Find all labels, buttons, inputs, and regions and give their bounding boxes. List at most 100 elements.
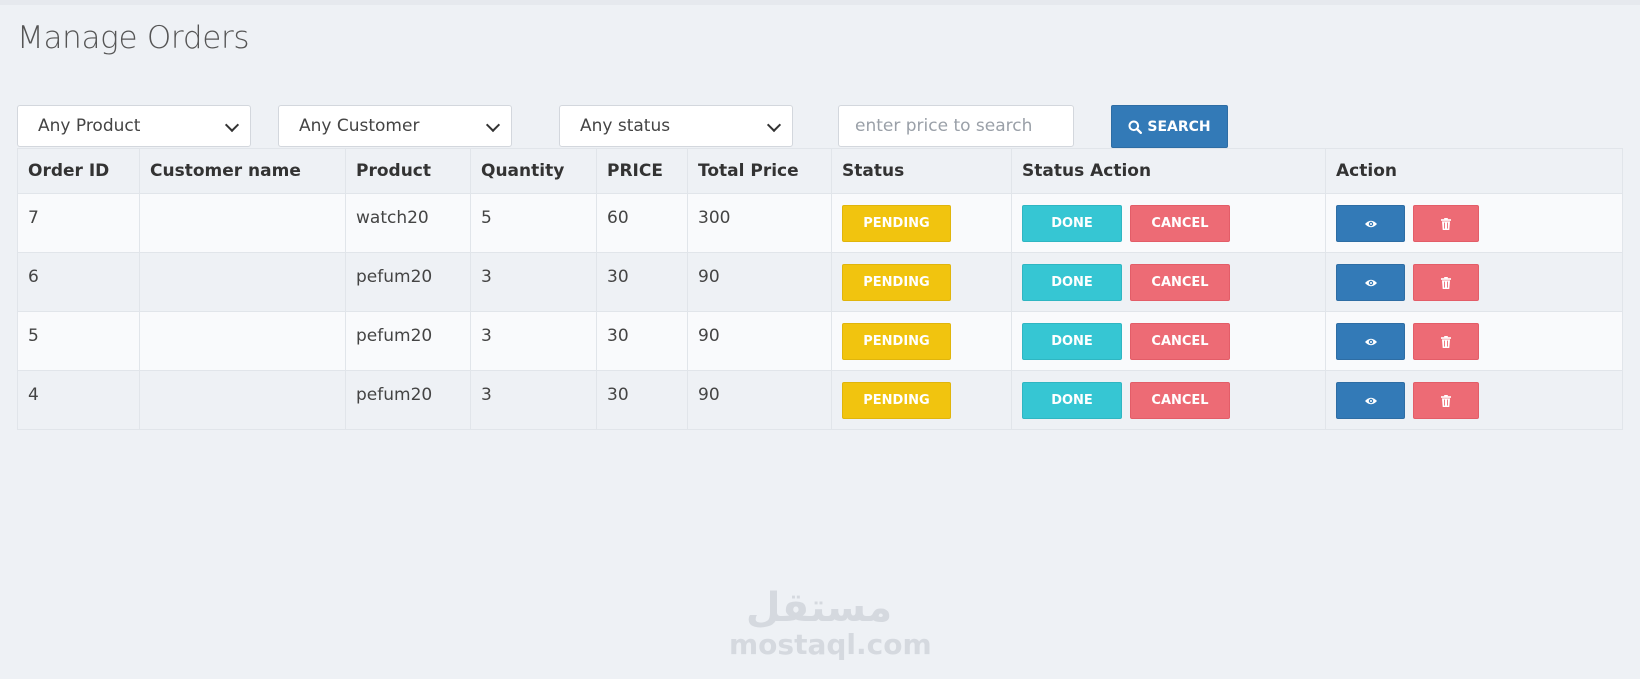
column-header-order-id: Order ID [17,148,140,194]
status-cell: PENDING [831,370,1012,430]
customer-select-value: Any Customer [299,116,420,136]
eye-icon [1364,220,1377,227]
customer-name-cell [139,311,346,371]
action-cell [1325,193,1623,253]
product-select[interactable]: Any Product [17,105,251,147]
price-search-input[interactable] [838,105,1074,147]
quantity: 3 [481,267,492,287]
pending-status-button[interactable]: PENDING [842,205,951,242]
action-cell [1325,370,1623,430]
watermark-logo: مستقل mostaql.com [729,585,932,661]
view-button[interactable] [1336,382,1405,419]
cancel-button[interactable]: CANCEL [1130,264,1230,301]
quantity-cell: 3 [470,311,597,371]
price-cell: 30 [596,252,688,312]
cancel-button[interactable]: CANCEL [1130,323,1230,360]
customer-name [150,194,335,208]
product-name: watch20 [356,208,429,228]
eye-icon [1364,279,1377,286]
table-row: 6 pefum20 3 30 90 PENDING DONE CANCEL [17,252,1623,312]
cancel-button[interactable]: CANCEL [1130,382,1230,419]
table-row: 7 watch20 5 60 300 PENDING DONE CANCEL [17,193,1623,253]
order-id: 5 [28,326,39,346]
status-cell: PENDING [831,252,1012,312]
table-header-row: Order ID Customer name Product Quantity … [17,148,1623,194]
top-divider [0,0,1640,5]
product-cell: pefum20 [345,311,471,371]
price: 30 [607,326,629,346]
product-cell: pefum20 [345,252,471,312]
price-cell: 30 [596,370,688,430]
quantity-cell: 3 [470,252,597,312]
price: 30 [607,267,629,287]
customer-name-cell [139,370,346,430]
trash-icon [1441,335,1451,348]
product-name: pefum20 [356,326,433,346]
column-header-status-action: Status Action [1011,148,1326,194]
order-id-cell: 5 [17,311,140,371]
search-button[interactable]: SEARCH [1111,105,1228,148]
delete-button[interactable] [1413,264,1479,301]
watermark-latin-text: mostaql.com [729,628,932,661]
price-cell: 30 [596,311,688,371]
customer-name [150,371,335,385]
orders-table: Order ID Customer name Product Quantity … [17,148,1623,430]
status-select[interactable]: Any status [559,105,793,147]
done-button[interactable]: DONE [1022,323,1122,360]
delete-button[interactable] [1413,382,1479,419]
product-select-value: Any Product [38,116,141,136]
quantity-cell: 3 [470,370,597,430]
action-cell [1325,311,1623,371]
column-header-total-price: Total Price [687,148,832,194]
total-price: 300 [698,208,731,228]
product-name: pefum20 [356,267,433,287]
search-button-label: SEARCH [1147,118,1211,135]
done-button[interactable]: DONE [1022,382,1122,419]
trash-icon [1441,276,1451,289]
quantity: 3 [481,385,492,405]
order-id-cell: 6 [17,252,140,312]
price-cell: 60 [596,193,688,253]
cancel-button[interactable]: CANCEL [1130,205,1230,242]
delete-button[interactable] [1413,205,1479,242]
eye-icon [1364,338,1377,345]
status-cell: PENDING [831,311,1012,371]
view-button[interactable] [1336,323,1405,360]
column-header-product: Product [345,148,471,194]
view-button[interactable] [1336,264,1405,301]
quantity-cell: 5 [470,193,597,253]
order-id-cell: 4 [17,370,140,430]
status-cell: PENDING [831,193,1012,253]
customer-select[interactable]: Any Customer [278,105,512,147]
status-action-cell: DONE CANCEL [1011,252,1326,312]
chevron-down-icon [766,117,782,133]
pending-status-button[interactable]: PENDING [842,323,951,360]
total-price: 90 [698,385,720,405]
product-name: pefum20 [356,385,433,405]
table-row: 5 pefum20 3 30 90 PENDING DONE CANCEL [17,311,1623,371]
pending-status-button[interactable]: PENDING [842,382,951,419]
total-price-cell: 300 [687,193,832,253]
table-row: 4 pefum20 3 30 90 PENDING DONE CANCEL [17,370,1623,430]
total-price: 90 [698,267,720,287]
customer-name [150,253,335,267]
delete-button[interactable] [1413,323,1479,360]
customer-name [150,312,335,326]
chevron-down-icon [485,117,501,133]
status-action-cell: DONE CANCEL [1011,370,1326,430]
total-price-cell: 90 [687,252,832,312]
pending-status-button[interactable]: PENDING [842,264,951,301]
column-header-price: PRICE [596,148,688,194]
done-button[interactable]: DONE [1022,264,1122,301]
chevron-down-icon [224,117,240,133]
product-cell: pefum20 [345,370,471,430]
quantity: 3 [481,326,492,346]
view-button[interactable] [1336,205,1405,242]
done-button[interactable]: DONE [1022,205,1122,242]
status-select-value: Any status [580,116,671,136]
column-header-status: Status [831,148,1012,194]
watermark-arabic-text: مستقل [745,585,893,631]
quantity: 5 [481,208,492,228]
search-icon [1128,120,1143,134]
price: 30 [607,385,629,405]
